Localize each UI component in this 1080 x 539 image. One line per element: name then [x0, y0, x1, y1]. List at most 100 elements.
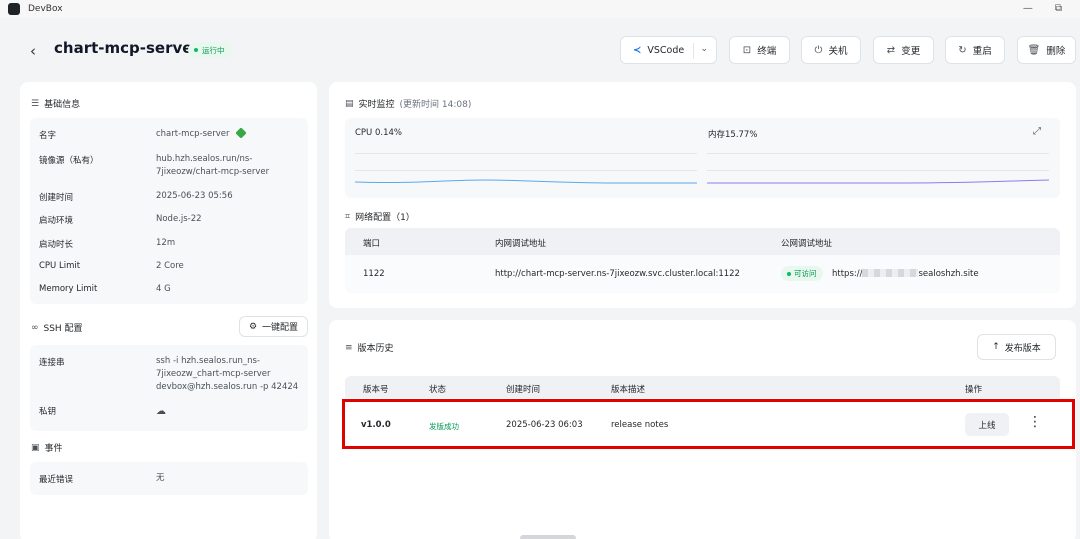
- col-port: 端口: [363, 239, 381, 249]
- restore-icon[interactable]: ⧉: [1055, 3, 1062, 14]
- vscode-label: VSCode: [647, 44, 685, 56]
- ssh-box: 连接串 ssh -i hzh.sealos.run_ns- 7jixeozw_c…: [30, 345, 308, 431]
- col-internal-address: 内网调试地址: [495, 239, 547, 249]
- window-controls: — ⧉: [1023, 3, 1062, 14]
- name-value: chart-mcp-server: [156, 127, 247, 141]
- shutdown-label: 关机: [828, 46, 848, 57]
- created-key: 创建时间: [39, 193, 74, 203]
- delete-button[interactable]: 🗑 删除: [1017, 36, 1076, 64]
- name-key: 名字: [39, 131, 57, 141]
- public-address[interactable]: https://sealoshzh.site: [832, 269, 979, 279]
- basic-info-title: ☰ 基础信息: [31, 98, 81, 111]
- network-icon: ⌗: [345, 211, 351, 222]
- runtime-value: Node.js-22: [156, 214, 202, 224]
- page-header: ‹ chart-mcp-server 运行中 ≺ VSCode ⌄ ⊡ 终端 ⏻…: [0, 18, 1080, 80]
- arrow-up-icon: ↑: [992, 342, 1000, 352]
- vscode-icon: ≺: [633, 44, 642, 56]
- devbox-logo-icon: [8, 3, 20, 15]
- events-box: 最近错误 无: [30, 462, 308, 495]
- download-cloud-icon[interactable]: ☁: [156, 405, 166, 418]
- created-value: 2025-06-23 05:56: [156, 191, 233, 201]
- metrics-box: CPU 0.14% 内存15.77% ⤢: [345, 118, 1060, 198]
- redacted-host: [862, 269, 919, 277]
- network-table-header: 端口 内网调试地址 公网调试地址: [345, 228, 1060, 255]
- window-title: DevBox: [28, 4, 63, 14]
- monitor-card: ▤ 实时监控 (更新时间 14:08) CPU 0.14% 内存15.77% ⤢…: [329, 82, 1076, 308]
- basic-info-box: 名字 chart-mcp-server 镜像源（私有） hub.hzh.seal…: [30, 118, 308, 304]
- document-icon: ☰: [31, 98, 40, 109]
- uptime-key: 启动时长: [39, 240, 74, 250]
- col-description: 版本描述: [611, 385, 646, 395]
- col-public-address: 公网调试地址: [781, 239, 833, 249]
- cpu-gridline: [355, 153, 697, 154]
- info-card: ☰ 基础信息 名字 chart-mcp-server 镜像源（私有） hub.h…: [20, 82, 317, 539]
- swap-icon: ⇄: [886, 44, 896, 56]
- internal-address[interactable]: http://chart-mcp-server.ns-7jixeozw.svc.…: [495, 269, 740, 279]
- list-icon: ≡: [345, 342, 353, 353]
- accessible-badge: 可访问: [781, 266, 823, 281]
- delete-label: 删除: [1046, 46, 1066, 57]
- restart-icon: ↻: [958, 44, 967, 56]
- monitor-icon: ▤: [345, 98, 354, 109]
- mem-gridline: [707, 153, 1049, 154]
- version-history-title: ≡ 版本历史: [345, 342, 394, 355]
- col-created: 创建时间: [506, 385, 541, 395]
- status-dot-icon: [787, 271, 791, 276]
- change-button[interactable]: ⇄ 变更: [873, 36, 934, 64]
- private-key-key: 私钥: [39, 407, 57, 417]
- cpu-usage-label: CPU 0.14%: [355, 128, 402, 138]
- terminal-icon: ⊡: [742, 44, 752, 56]
- cpu-sparkline: [355, 179, 697, 184]
- network-table-row: 1122 http://chart-mcp-server.ns-7jixeozw…: [345, 255, 1060, 293]
- ssh-title: ∞ SSH 配置: [31, 322, 83, 335]
- uptime-value: 12m: [156, 238, 176, 248]
- image-value: hub.hzh.sealos.run/ns- 7jixeozw/chart-mc…: [156, 154, 270, 177]
- chevron-down-icon[interactable]: ⌄: [700, 44, 708, 54]
- calendar-icon: ▣: [31, 442, 40, 453]
- highlight-box: [342, 399, 1075, 449]
- one-click-config-button[interactable]: ⚙ 一键配置: [239, 316, 308, 337]
- vscode-button[interactable]: ≺ VSCode ⌄: [620, 36, 717, 64]
- memory-limit-key: Memory Limit: [39, 284, 98, 294]
- memory-usage-label: 内存15.77%: [708, 130, 758, 140]
- minimize-icon[interactable]: —: [1023, 3, 1033, 14]
- memory-series-line: [707, 179, 1049, 184]
- restart-button[interactable]: ↻ 重启: [945, 36, 1005, 64]
- change-label: 变更: [901, 46, 921, 57]
- status-dot-icon: [194, 48, 198, 52]
- conn-string-value[interactable]: ssh -i hzh.sealos.run_ns- 7jixeozw_chart…: [156, 355, 298, 394]
- terminal-button[interactable]: ⊡ 终端: [729, 36, 790, 64]
- cpu-series-line: [355, 179, 697, 184]
- node-cube-icon: [234, 127, 247, 139]
- conn-string-key: 连接串: [39, 358, 65, 368]
- page-title: chart-mcp-server: [54, 39, 200, 57]
- col-status: 状态: [429, 385, 447, 395]
- network-title: ⌗ 网络配置（1）: [345, 211, 415, 224]
- col-action: 操作: [965, 385, 983, 395]
- col-version: 版本号: [363, 385, 389, 395]
- status-badge: 运行中: [188, 42, 232, 58]
- memory-sparkline: [707, 179, 1049, 184]
- expand-icon[interactable]: ⤢: [1033, 126, 1041, 137]
- events-title: ▣ 事件: [31, 442, 63, 455]
- monitor-title: ▤ 实时监控 (更新时间 14:08): [345, 98, 472, 111]
- back-button[interactable]: ‹: [30, 42, 36, 60]
- version-table-header: 版本号 状态 创建时间 版本描述 操作: [345, 376, 1060, 398]
- runtime-key: 启动环境: [39, 216, 74, 226]
- status-label: 运行中: [202, 45, 225, 55]
- publish-version-button[interactable]: ↑ 发布版本: [977, 334, 1056, 360]
- trash-icon: 🗑: [1027, 44, 1041, 56]
- image-key: 镜像源（私有）: [39, 156, 99, 166]
- memory-limit-value: 4 G: [156, 284, 171, 294]
- button-divider: [693, 43, 694, 59]
- scroll-indicator[interactable]: [520, 535, 576, 539]
- shutdown-button[interactable]: ⏻ 关机: [801, 36, 861, 64]
- terminal-label: 终端: [757, 46, 777, 57]
- recent-error-value: 无: [156, 473, 165, 483]
- link-icon: ∞: [31, 322, 39, 333]
- recent-error-key: 最近错误: [39, 475, 74, 485]
- cpu-limit-key: CPU Limit: [39, 261, 81, 271]
- port-value: 1122: [363, 269, 385, 279]
- restart-label: 重启: [972, 46, 992, 57]
- cpu-limit-value: 2 Core: [156, 261, 184, 271]
